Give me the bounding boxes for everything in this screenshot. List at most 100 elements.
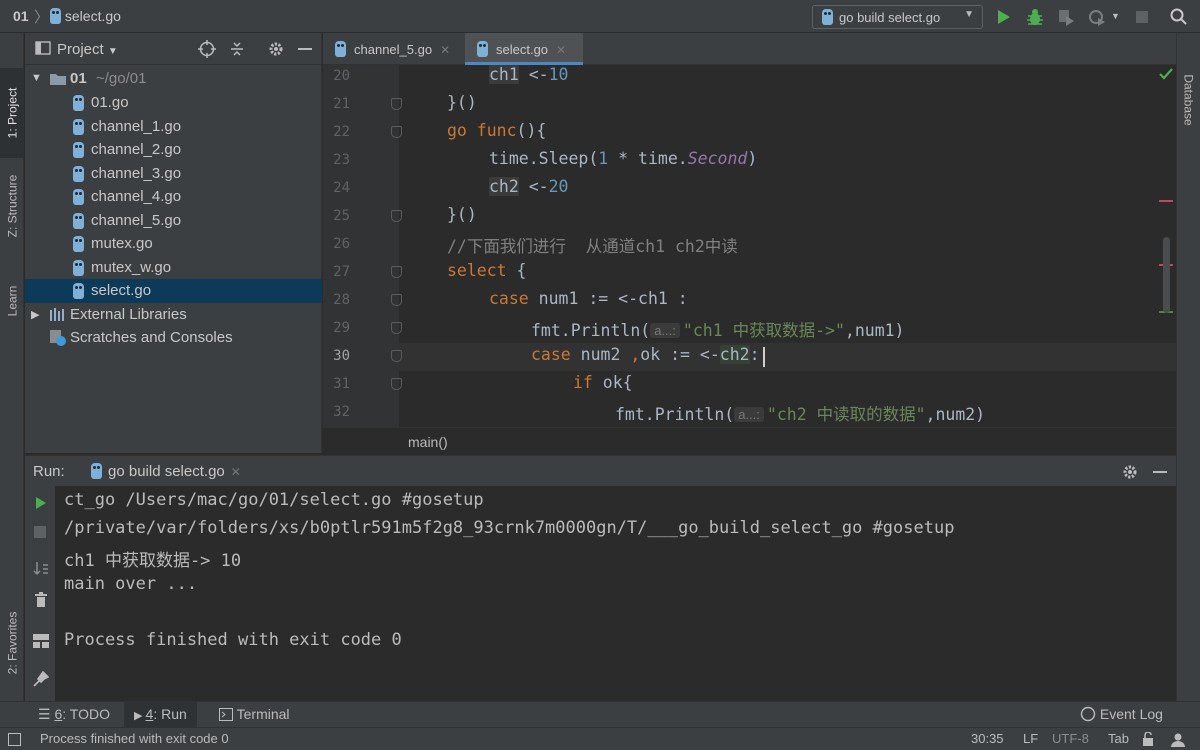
fold-end-icon[interactable] bbox=[391, 210, 402, 222]
breadcrumb-function[interactable]: main() bbox=[408, 434, 448, 450]
search-everywhere-button[interactable] bbox=[1168, 6, 1190, 28]
event-log-icon bbox=[1080, 706, 1096, 722]
console-line: /private/var/folders/xs/b0ptlr591m5f2g8_… bbox=[64, 518, 955, 538]
search-icon bbox=[1170, 8, 1187, 25]
minimize-icon[interactable] bbox=[298, 48, 312, 51]
caret-position[interactable]: 30:35 bbox=[971, 731, 1004, 746]
tool-tab-todo[interactable]: ☰ 6: TODO bbox=[38, 706, 110, 723]
gear-icon[interactable] bbox=[268, 41, 284, 57]
fold-end-icon[interactable] bbox=[391, 98, 402, 110]
editor-scrollbar[interactable] bbox=[1163, 237, 1170, 313]
tree-scratches[interactable]: Scratches and Consoles bbox=[25, 326, 322, 350]
fold-start-icon[interactable] bbox=[391, 266, 402, 278]
profile-button[interactable] bbox=[1086, 6, 1108, 28]
line-number: 20 bbox=[333, 68, 350, 84]
tool-tab-database[interactable]: Database bbox=[1177, 45, 1200, 155]
run-configuration-dropdown[interactable]: go build select.go ▼ bbox=[812, 5, 983, 29]
error-stripe-marker[interactable] bbox=[1159, 200, 1173, 202]
scratches-icon bbox=[50, 330, 66, 346]
run-console-output[interactable]: ct_go /Users/mac/go/01/select.go #gosetu… bbox=[55, 486, 1176, 701]
editor-tab[interactable]: channel_5.go ✕ bbox=[323, 33, 465, 65]
go-file-icon bbox=[73, 283, 84, 299]
tree-external-libraries[interactable]: ▶ External Libraries bbox=[25, 303, 322, 327]
run-toolbar bbox=[25, 486, 55, 701]
collapse-all-icon[interactable] bbox=[229, 40, 245, 58]
tree-file-item[interactable]: channel_5.go bbox=[25, 209, 322, 233]
right-tool-window-strip: Database bbox=[1176, 33, 1200, 701]
run-button[interactable] bbox=[993, 6, 1015, 28]
line-number: 27 bbox=[333, 264, 350, 280]
more-run-options-icon[interactable]: ▼ bbox=[1111, 11, 1120, 21]
library-icon bbox=[50, 307, 64, 321]
code-line-current: case num2 ,ok := <-ch2: bbox=[531, 345, 760, 364]
tree-file-item[interactable]: channel_3.go bbox=[25, 162, 322, 186]
bottom-tool-window-bar: ☰ 6: TODO ▶ 4: Run Terminal Event Log bbox=[0, 701, 1200, 728]
parameter-hint: a...: bbox=[650, 323, 680, 338]
project-view-selector[interactable]: Project ▼ bbox=[57, 41, 118, 58]
tool-tab-learn[interactable]: Learn bbox=[0, 261, 24, 341]
go-build-icon bbox=[91, 463, 102, 479]
line-number: 26 bbox=[333, 236, 350, 252]
debug-button[interactable] bbox=[1024, 6, 1046, 28]
trash-icon[interactable] bbox=[34, 592, 48, 608]
tool-tab-project[interactable]: 1: Project bbox=[0, 68, 24, 158]
code-line: ch1 <-10 bbox=[489, 65, 569, 84]
code-line: ch2 <-20 bbox=[489, 177, 569, 196]
fold-start-icon[interactable] bbox=[391, 126, 402, 138]
tree-file-item[interactable]: 01.go bbox=[25, 91, 322, 115]
code-editor[interactable]: 20 21 22 23 24 25 26 27 28 29 30 31 32 c… bbox=[323, 65, 1176, 427]
tool-tab-run[interactable]: ▶ 4: Run bbox=[124, 702, 197, 728]
indent-setting[interactable]: Tab bbox=[1108, 731, 1129, 746]
tree-root-folder[interactable]: ▼ 01 ~/go/01 bbox=[25, 67, 322, 91]
tree-file-item[interactable]: mutex_w.go bbox=[25, 256, 322, 280]
editor-tab-active[interactable]: select.go ✕ bbox=[465, 33, 583, 65]
minimize-icon[interactable] bbox=[1153, 471, 1167, 474]
close-icon[interactable]: ✕ bbox=[556, 43, 566, 57]
breadcrumb-file[interactable]: select.go bbox=[50, 8, 121, 24]
tree-file-item[interactable]: channel_4.go bbox=[25, 185, 322, 209]
run-panel-label: Run: bbox=[33, 463, 65, 480]
close-icon[interactable]: ✕ bbox=[440, 43, 450, 57]
fold-end-icon[interactable] bbox=[391, 322, 402, 334]
coverage-icon bbox=[1059, 10, 1074, 26]
chevron-down-icon: ▼ bbox=[107, 46, 118, 57]
console-line: main over ... bbox=[64, 574, 198, 594]
line-number: 23 bbox=[333, 152, 350, 168]
tool-tab-event-log[interactable]: Event Log bbox=[1080, 706, 1163, 722]
run-with-coverage-button[interactable] bbox=[1055, 6, 1077, 28]
pin-icon[interactable] bbox=[33, 671, 49, 687]
toggle-tool-windows-icon[interactable] bbox=[8, 733, 21, 746]
tree-file-item[interactable]: channel_2.go bbox=[25, 138, 322, 162]
layout-icon[interactable] bbox=[33, 634, 49, 648]
tree-file-item[interactable]: channel_1.go bbox=[25, 115, 322, 139]
line-separator[interactable]: LF bbox=[1023, 731, 1038, 746]
fold-start-icon[interactable] bbox=[391, 378, 402, 390]
stop-button[interactable] bbox=[1131, 6, 1153, 28]
expand-arrow-icon: ▶ bbox=[31, 308, 40, 321]
status-message[interactable]: Process finished with exit code 0 bbox=[40, 731, 229, 746]
locate-file-icon[interactable] bbox=[198, 40, 216, 58]
rerun-icon[interactable] bbox=[35, 496, 47, 510]
tool-tab-favorites[interactable]: 2: Favorites bbox=[0, 588, 24, 698]
tool-tab-terminal[interactable]: Terminal bbox=[219, 706, 290, 722]
stop-icon[interactable] bbox=[34, 526, 46, 538]
tool-tab-structure[interactable]: Z: Structure bbox=[0, 151, 24, 261]
gear-icon[interactable] bbox=[1122, 464, 1138, 480]
tree-file-item-selected[interactable]: select.go bbox=[25, 279, 322, 303]
fold-start-icon[interactable] bbox=[391, 350, 402, 362]
run-tab[interactable]: go build select.go ✕ bbox=[87, 456, 241, 487]
play-icon bbox=[998, 10, 1010, 24]
fold-start-icon[interactable] bbox=[391, 294, 402, 306]
project-panel-header: Project ▼ bbox=[25, 33, 322, 65]
close-icon[interactable]: ✕ bbox=[231, 465, 241, 479]
code-line: if ok{ bbox=[573, 373, 633, 392]
file-encoding[interactable]: UTF-8 bbox=[1052, 731, 1089, 746]
sort-icon[interactable] bbox=[33, 561, 49, 577]
breadcrumb-project[interactable]: 01 bbox=[13, 8, 29, 24]
go-file-icon bbox=[73, 259, 84, 276]
inspector-icon[interactable] bbox=[1170, 732, 1186, 747]
lock-icon[interactable] bbox=[1142, 732, 1156, 747]
left-tool-window-strip: 1: Project Z: Structure Learn 2: Favorit… bbox=[0, 33, 24, 701]
tree-file-item[interactable]: mutex.go bbox=[25, 232, 322, 256]
no-problems-check-icon[interactable] bbox=[1159, 68, 1173, 80]
